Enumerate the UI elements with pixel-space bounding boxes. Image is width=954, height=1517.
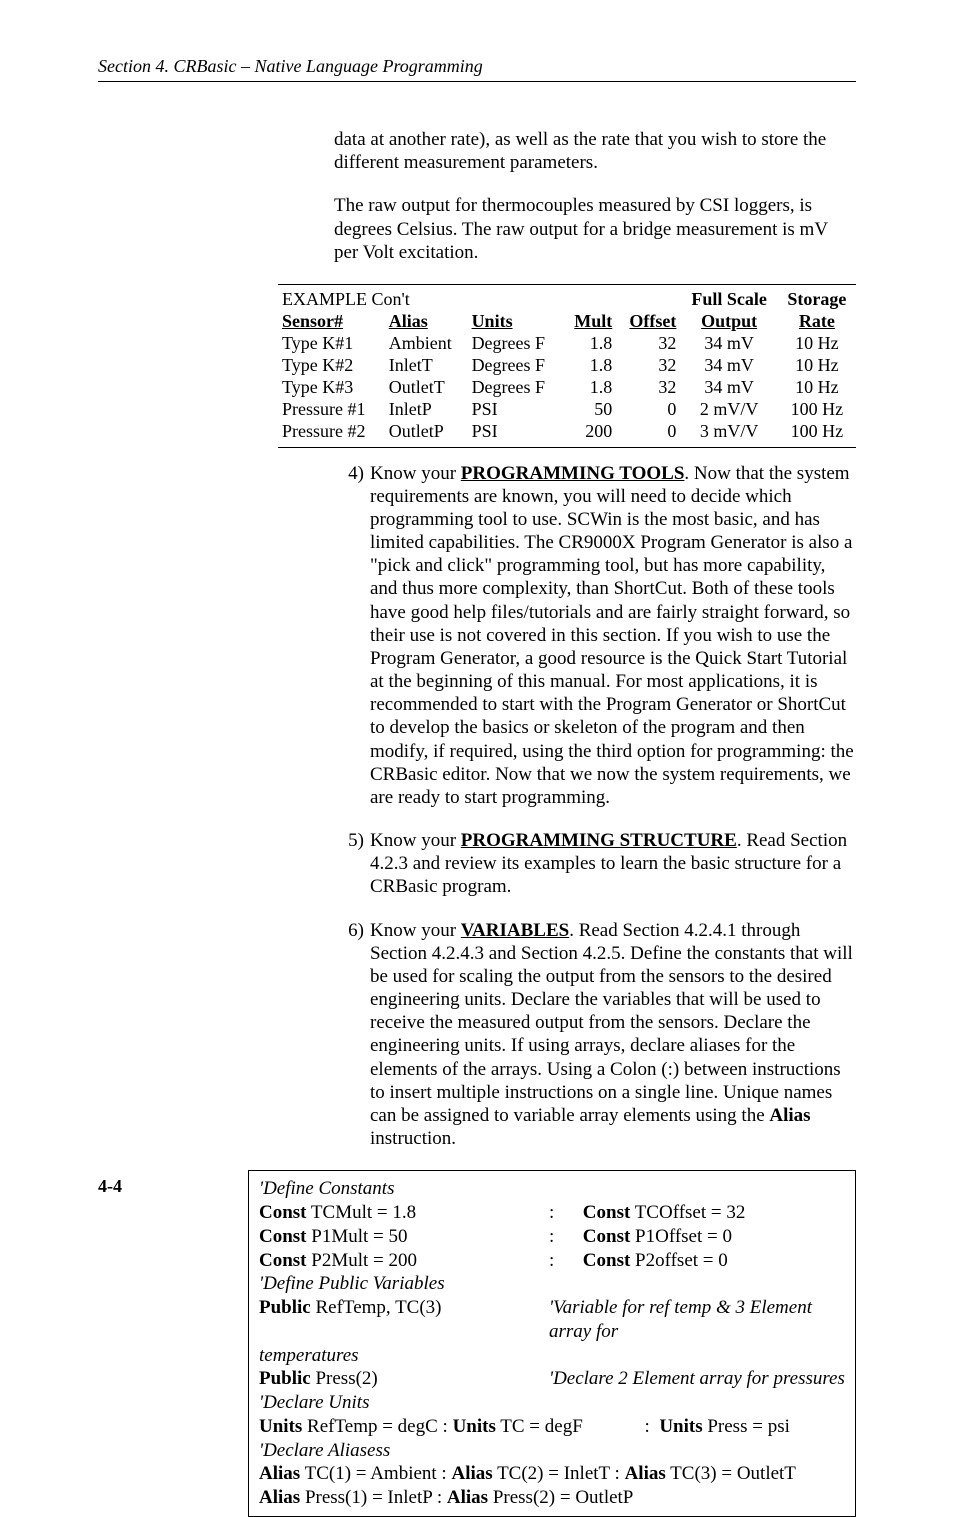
code-comment: 'Declare Units [259,1391,845,1415]
list-marker: 4) [334,462,364,485]
table-row: Pressure #2OutletPPSI20003 mV/V100 Hz [278,421,856,443]
page-number: 4-4 [98,1176,122,1197]
body-paragraph-2: The raw output for thermocouples measure… [334,194,856,264]
col-output: Output [680,311,777,333]
code-example: 'Define Constants Const TCMult = 1.8 : C… [248,1170,856,1517]
running-header: Section 4. CRBasic – Native Language Pro… [98,56,856,82]
code-comment: 'Define Public Variables [259,1272,845,1296]
col-storage-top: Storage [778,289,856,311]
code-comment: 'Declare Aliasess [259,1439,845,1463]
body-paragraph-1: data at another rate), as well as the ra… [334,128,856,174]
col-rate: Rate [778,311,856,333]
col-units: Units [468,311,563,333]
code-comment: 'Define Constants [259,1177,845,1201]
list-item-4: 4) Know your PROGRAMMING TOOLS. Now that… [370,462,856,810]
col-mult: Mult [563,311,617,333]
list-item-6: 6) Know your VARIABLES. Read Section 4.2… [370,919,856,1151]
table-row: Type K#3OutletTDegrees F1.83234 mV10 Hz [278,377,856,399]
table-row: Pressure #1InletPPSI5002 mV/V100 Hz [278,399,856,421]
col-fullscale-top: Full Scale [680,289,777,311]
table-caption: EXAMPLE Con't [278,289,680,311]
list-marker: 5) [334,829,364,852]
list-marker: 6) [334,919,364,942]
example-table: EXAMPLE Con't Full Scale Storage Sensor#… [278,284,856,448]
col-sensor: Sensor# [278,311,385,333]
table-row: Type K#1AmbientDegrees F1.83234 mV10 Hz [278,333,856,355]
numbered-list: 4) Know your PROGRAMMING TOOLS. Now that… [334,462,856,1151]
col-alias: Alias [385,311,468,333]
col-offset: Offset [616,311,680,333]
list-item-5: 5) Know your PROGRAMMING STRUCTURE. Read… [370,829,856,899]
table-row: Type K#2InletTDegrees F1.83234 mV10 Hz [278,355,856,377]
